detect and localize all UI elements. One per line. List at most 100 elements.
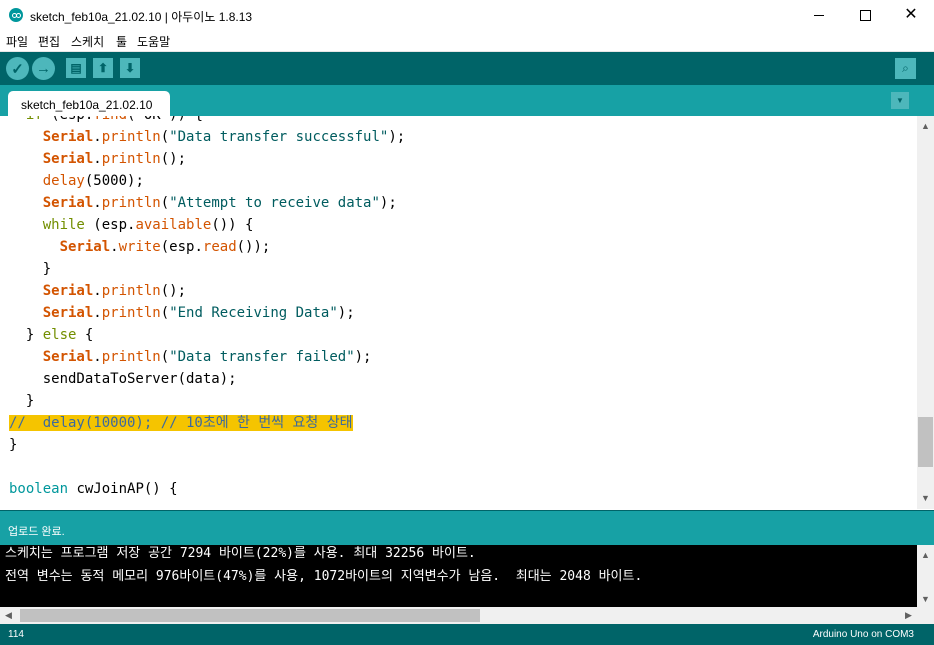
checkmark-icon: ✓ <box>11 60 24 78</box>
upload-button[interactable]: → <box>32 57 55 80</box>
code-token: . <box>93 129 102 145</box>
open-button[interactable]: ⬆ <box>93 58 113 78</box>
code-token: println <box>101 195 161 211</box>
code-token: sendDataToServer(data); <box>9 371 237 387</box>
chevron-down-icon: ▼ <box>896 96 904 105</box>
code-token: println <box>101 151 161 167</box>
code-token: } <box>9 437 18 453</box>
new-sketch-button[interactable]: ▤ <box>66 58 86 78</box>
save-arrow-down-icon: ⬇ <box>124 61 136 75</box>
code-token: (); <box>160 151 187 167</box>
code-line: boolean cwJoinAP() { <box>9 478 178 500</box>
menu-sketch[interactable]: 스케치 <box>71 33 104 50</box>
code-token: . <box>110 239 119 255</box>
code-token: "Attempt to receive data" <box>169 195 380 211</box>
minimize-button[interactable] <box>796 0 842 30</box>
code-token: ( <box>160 305 170 321</box>
menu-help[interactable]: 도움말 <box>137 33 170 50</box>
code-token: ( <box>160 349 170 365</box>
line-number: 114 <box>8 629 24 640</box>
scroll-down-icon[interactable]: ▼ <box>921 493 930 503</box>
code-token: ()); <box>236 239 271 255</box>
save-button[interactable]: ⬇ <box>120 58 140 78</box>
code-line: while (esp.available()) { <box>9 214 254 236</box>
code-token: "End Receiving Data" <box>169 305 338 321</box>
code-line: Serial.println("Data transfer successful… <box>9 126 405 148</box>
code-token: println <box>101 129 161 145</box>
code-token: Serial <box>42 349 94 365</box>
code-token: . <box>93 195 102 211</box>
code-token: ()) { <box>211 217 254 233</box>
menu-bar: 파일 편집 스케치 툴 도움말 <box>0 30 934 52</box>
code-token: } <box>9 261 52 277</box>
code-token: else <box>42 327 77 343</box>
code-token: Serial <box>42 195 94 211</box>
code-token: "Data transfer successful" <box>169 129 389 145</box>
tab-sketch-label: sketch_feb10a_21.02.10 <box>21 98 153 112</box>
code-line: Serial.println("Data transfer failed"); <box>9 346 372 368</box>
code-token: read <box>202 239 237 255</box>
code-token: ("OK")) { <box>127 116 203 123</box>
code-editor[interactable]: if (esp.find("OK")) { Serial.println("Da… <box>0 116 917 509</box>
scroll-right-icon[interactable]: ▶ <box>905 610 912 621</box>
scrollbar-corner <box>917 607 934 624</box>
tab-menu-button[interactable]: ▼ <box>891 92 909 109</box>
code-line: // delay(10000); // 10초에 한 번씩 요청 상태 <box>9 412 353 434</box>
arduino-logo-icon <box>9 8 23 22</box>
code-token: while <box>42 217 85 233</box>
code-token: . <box>93 305 102 321</box>
code-token: ( <box>160 195 170 211</box>
code-token: } <box>9 327 43 343</box>
serial-monitor-button[interactable]: ⌕ <box>895 58 916 79</box>
code-line: } <box>9 434 17 456</box>
code-token: println <box>101 349 161 365</box>
menu-edit[interactable]: 편집 <box>38 33 60 50</box>
verify-button[interactable]: ✓ <box>6 57 29 80</box>
code-line: sendDataToServer(data); <box>9 368 237 390</box>
code-token: . <box>93 151 102 167</box>
code-token: boolean <box>9 481 69 497</box>
code-token: // delay(10000); // 10초에 한 번씩 요청 상태 <box>9 415 353 431</box>
close-button[interactable]: ✕ <box>888 0 934 30</box>
toolbar: ✓ → ▤ ⬆ ⬇ ⌕ <box>0 52 934 85</box>
code-token: ( <box>160 129 170 145</box>
code-token: ); <box>388 129 406 145</box>
code-token: println <box>101 305 161 321</box>
maximize-button[interactable] <box>842 0 888 30</box>
code-token: delay <box>42 173 85 189</box>
code-token: write <box>118 239 161 255</box>
tab-sketch[interactable]: sketch_feb10a_21.02.10 <box>8 91 170 116</box>
console-output: 스케치는 프로그램 저장 공간 7294 바이트(22%)를 사용. 최대 32… <box>0 545 917 607</box>
code-token: . <box>93 283 102 299</box>
code-token: ); <box>354 349 372 365</box>
code-token: . <box>93 349 102 365</box>
footer-bar: 114 Arduino Uno on COM3 <box>0 624 934 645</box>
code-token: Serial <box>42 305 94 321</box>
console-scroll-up-icon[interactable]: ▲ <box>921 550 930 560</box>
scroll-left-icon[interactable]: ◀ <box>5 610 12 621</box>
code-line: if (esp.find("OK")) { <box>9 116 203 126</box>
menu-file[interactable]: 파일 <box>6 33 28 50</box>
status-message: 업로드 완료. <box>8 526 65 538</box>
code-token: ); <box>337 305 355 321</box>
scroll-up-icon[interactable]: ▲ <box>921 121 930 131</box>
console-hscrollbar-thumb[interactable] <box>20 609 480 622</box>
code-line: Serial.write(esp.read()); <box>9 236 271 258</box>
menu-tools[interactable]: 툴 <box>116 33 127 50</box>
console-scroll-down-icon[interactable]: ▼ <box>921 594 930 604</box>
code-line: delay(5000); <box>9 170 144 192</box>
console-line: 전역 변수는 동적 메모리 976바이트(47%)를 사용, 1072바이트의 … <box>5 569 643 584</box>
arrow-right-icon: → <box>36 60 51 77</box>
editor-scrollbar-thumb[interactable] <box>918 417 933 467</box>
code-line: } <box>9 258 51 280</box>
code-line: Serial.println("Attempt to receive data"… <box>9 192 397 214</box>
board-port: Arduino Uno on COM3 <box>812 629 914 640</box>
code-line: } else { <box>9 324 93 346</box>
code-line: } <box>9 390 34 412</box>
